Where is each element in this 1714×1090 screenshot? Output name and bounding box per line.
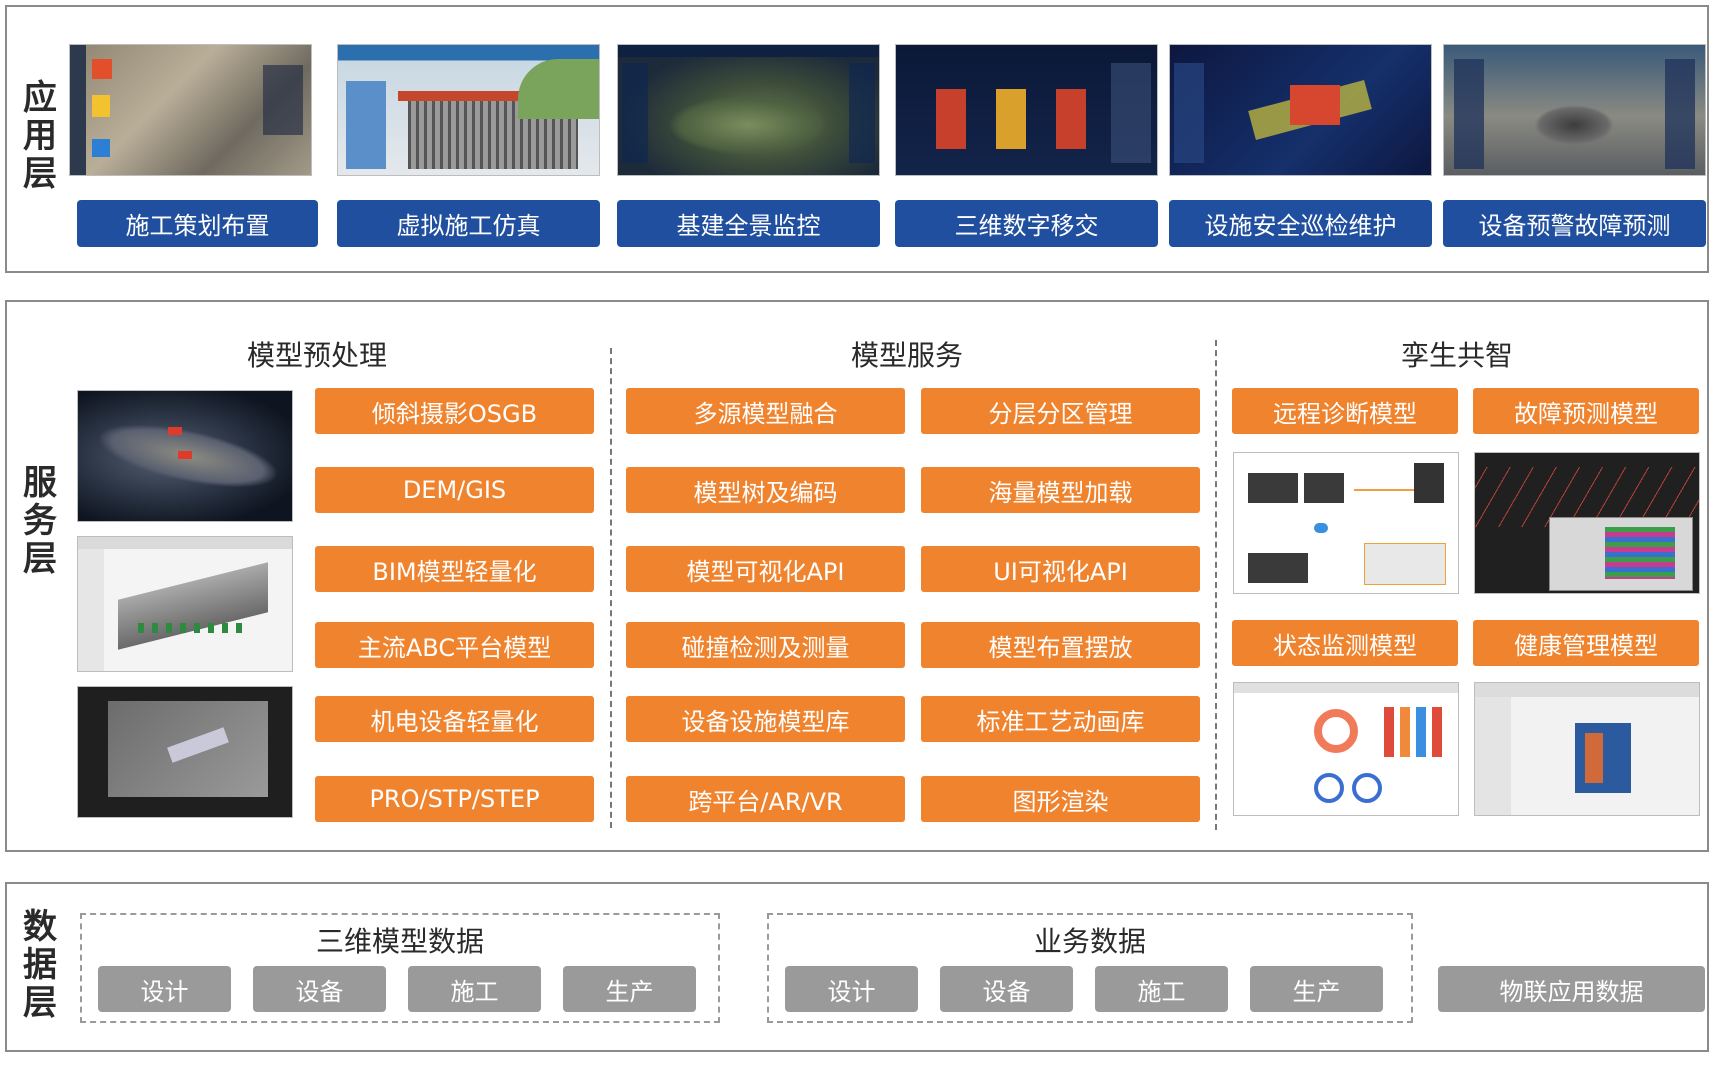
dem-gis-button[interactable]: DEM/GIS: [315, 467, 594, 513]
title-char: 层: [23, 154, 57, 194]
3d-digital-handover-screenshot[interactable]: [895, 44, 1158, 176]
equipment-warning-screenshot[interactable]: [1443, 44, 1706, 176]
service-layer: 服 务 层 模型预处理 模型服务 孪生共智 倾斜摄影OSGB DEM/GIS B…: [5, 300, 1709, 852]
model-tree-button[interactable]: 模型树及编码: [626, 467, 905, 513]
abc-platform-button[interactable]: 主流ABC平台模型: [315, 622, 594, 668]
service-layer-title: 服 务 层: [17, 464, 63, 578]
title-char: 层: [23, 983, 57, 1023]
collision-detection-button[interactable]: 碰撞检测及测量: [626, 622, 905, 668]
model-visualization-api-button[interactable]: 模型可视化API: [626, 546, 905, 592]
model-service-title: 模型服务: [850, 339, 963, 372]
divider: [1215, 340, 1217, 830]
title-char: 务: [23, 501, 57, 541]
preprocess-title: 模型预处理: [246, 339, 387, 372]
cross-platform-button[interactable]: 跨平台/AR/VR: [626, 776, 905, 822]
model-placement-button[interactable]: 模型布置摆放: [921, 622, 1200, 668]
bim-model-screenshot[interactable]: [77, 536, 293, 672]
business-equipment-button[interactable]: 设备: [940, 966, 1073, 1012]
title-char: 服: [23, 463, 57, 503]
business-production-button[interactable]: 生产: [1250, 966, 1383, 1012]
data-layer: 数 据 层 三维模型数据 设计 设备 施工 生产 业务数据 设计 设备 施工 生…: [5, 882, 1709, 1052]
safety-inspection-button[interactable]: 设施安全巡检维护: [1169, 200, 1432, 247]
3d-equipment-button[interactable]: 设备: [253, 966, 386, 1012]
3d-model-data-title: 三维模型数据: [315, 925, 484, 958]
application-layer: 应 用 层 施工策划布置 虚拟施工仿真 基建全景监控 三维数字移交 设施安全巡检…: [5, 5, 1709, 273]
virtual-construction-screenshot[interactable]: [337, 44, 600, 176]
construction-planning-button[interactable]: 施工策划布置: [77, 200, 318, 247]
status-monitoring-screenshot[interactable]: [1233, 682, 1459, 816]
panorama-monitoring-button[interactable]: 基建全景监控: [617, 200, 880, 247]
divider: [610, 348, 612, 828]
iot-data-button[interactable]: 物联应用数据: [1438, 966, 1705, 1012]
fault-prediction-screenshot[interactable]: [1474, 452, 1700, 594]
health-management-button[interactable]: 健康管理模型: [1473, 620, 1699, 666]
equipment-library-button[interactable]: 设备设施模型库: [626, 696, 905, 742]
twin-title: 孪生共智: [1400, 339, 1513, 372]
oblique-osgb-button[interactable]: 倾斜摄影OSGB: [315, 388, 594, 434]
3d-production-button[interactable]: 生产: [563, 966, 696, 1012]
title-char: 应: [23, 78, 57, 118]
status-monitoring-button[interactable]: 状态监测模型: [1232, 620, 1458, 666]
safety-inspection-screenshot[interactable]: [1169, 44, 1432, 176]
oblique-photography-screenshot[interactable]: [77, 390, 293, 522]
business-design-button[interactable]: 设计: [785, 966, 918, 1012]
pro-stp-step-button[interactable]: PRO/STP/STEP: [315, 776, 594, 822]
electromechanical-model-screenshot[interactable]: [77, 686, 293, 818]
business-data-title: 业务数据: [1033, 925, 1146, 958]
remote-diagnosis-button[interactable]: 远程诊断模型: [1232, 388, 1458, 434]
title-char: 用: [23, 116, 57, 156]
title-char: 层: [23, 539, 57, 579]
3d-digital-handover-button[interactable]: 三维数字移交: [895, 200, 1158, 247]
electromechanical-lightweight-button[interactable]: 机电设备轻量化: [315, 696, 594, 742]
panorama-monitoring-screenshot[interactable]: [617, 44, 880, 176]
title-char: 数: [23, 907, 57, 947]
layer-zone-management-button[interactable]: 分层分区管理: [921, 388, 1200, 434]
title-char: 据: [23, 945, 57, 985]
virtual-construction-button[interactable]: 虚拟施工仿真: [337, 200, 600, 247]
ui-visualization-api-button[interactable]: UI可视化API: [921, 546, 1200, 592]
equipment-warning-button[interactable]: 设备预警故障预测: [1443, 200, 1706, 247]
3d-construction-button[interactable]: 施工: [408, 966, 541, 1012]
multi-source-fusion-button[interactable]: 多源模型融合: [626, 388, 905, 434]
construction-planning-screenshot[interactable]: [69, 44, 312, 176]
bim-lightweight-button[interactable]: BIM模型轻量化: [315, 546, 594, 592]
health-management-screenshot[interactable]: [1474, 682, 1700, 816]
graphics-rendering-button[interactable]: 图形渲染: [921, 776, 1200, 822]
remote-diagnosis-screenshot[interactable]: [1233, 452, 1459, 594]
process-animation-button[interactable]: 标准工艺动画库: [921, 696, 1200, 742]
fault-prediction-button[interactable]: 故障预测模型: [1473, 388, 1699, 434]
application-layer-title: 应 用 层: [17, 79, 63, 193]
3d-design-button[interactable]: 设计: [98, 966, 231, 1012]
data-layer-title: 数 据 层: [17, 908, 63, 1022]
massive-model-loading-button[interactable]: 海量模型加载: [921, 467, 1200, 513]
business-construction-button[interactable]: 施工: [1095, 966, 1228, 1012]
